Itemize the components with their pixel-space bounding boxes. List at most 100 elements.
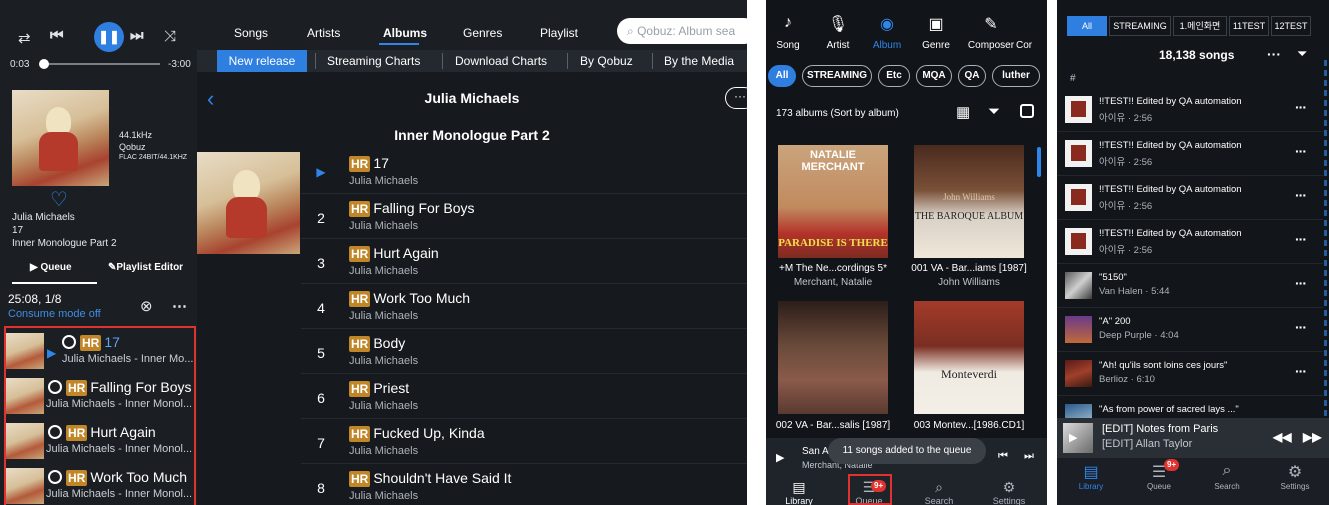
track-row[interactable]: 5 HR Body Julia Michaels xyxy=(301,329,747,374)
shuffle-icon[interactable]: ⤨ xyxy=(164,28,176,45)
fast-forward-icon[interactable]: ▶▶ xyxy=(1303,430,1321,444)
queue-tab[interactable]: ▶ Queue xyxy=(30,262,72,273)
album-caption: 001 VA - Bar...iams [1987] xyxy=(911,263,1027,274)
seek-bar[interactable] xyxy=(40,63,160,65)
previous-icon[interactable]: ⏮ xyxy=(998,450,1008,463)
track-row[interactable]: 4 HR Work Too Much Julia Michaels xyxy=(301,284,747,329)
tab-song[interactable]: ♪ Song xyxy=(766,14,813,51)
rewind-icon[interactable]: ◀◀ xyxy=(1273,430,1291,444)
chip-all[interactable]: All xyxy=(768,65,796,87)
tab-playlist[interactable]: Playlist xyxy=(540,26,578,40)
tab-11test[interactable]: 11TEST xyxy=(1229,16,1269,36)
more-icon[interactable]: ⋯ xyxy=(172,297,187,315)
select-icon[interactable] xyxy=(1020,104,1034,118)
filter-icon[interactable]: ⏷ xyxy=(988,103,1000,120)
tab-album[interactable]: ◉ Album xyxy=(862,14,912,51)
track-row[interactable]: ▶ HR 17 Julia Michaels xyxy=(301,149,747,194)
chip-etc[interactable]: Etc xyxy=(878,65,910,87)
playlist-editor-tab[interactable]: ✎Playlist Editor xyxy=(108,262,183,273)
nav-library[interactable]: ▤ Library xyxy=(769,479,829,505)
nav-library[interactable]: ▤ Library xyxy=(1061,462,1121,491)
more-icon[interactable]: ··· xyxy=(1295,143,1307,159)
filter-icon[interactable]: ⏷ xyxy=(1297,46,1307,62)
index-scrollbar[interactable] xyxy=(1324,60,1327,420)
tab-artist[interactable]: 🎙 Artist xyxy=(813,14,863,51)
tablet-app: ⇄ ⏮ ❚❚ ⏭ ⤨ 0:03 -3:00 44.1kHz Qobuz FLAC… xyxy=(0,0,747,505)
chip-luther[interactable]: luther xyxy=(992,65,1040,87)
album-cover[interactable]: Monteverdi xyxy=(914,301,1024,414)
song-row[interactable]: !!TEST!! Edited by QA automation 아이유 · 2… xyxy=(1057,132,1323,176)
song-art xyxy=(1065,228,1092,255)
search-input[interactable]: ⌕ Qobuz: Album sea xyxy=(617,18,747,44)
more-icon[interactable]: ··· xyxy=(1267,46,1281,62)
chip-mqa[interactable]: MQA xyxy=(916,65,952,87)
song-row[interactable]: "A" 200 Deep Purple · 4:04 ··· xyxy=(1057,308,1323,352)
tab-overflow[interactable]: Cor xyxy=(1016,14,1047,51)
track-row[interactable]: 3 HR Hurt Again Julia Michaels xyxy=(301,239,747,284)
tab-genres[interactable]: Genres xyxy=(463,26,502,40)
album-cover[interactable] xyxy=(778,301,888,414)
tab-albums[interactable]: Albums xyxy=(383,26,427,40)
queue-item[interactable]: ▶ HR 17 Julia Michaels - Inner Mo... xyxy=(6,328,194,373)
play-icon[interactable]: ▶ xyxy=(1069,431,1077,444)
more-icon[interactable]: ··· xyxy=(1295,319,1307,335)
nav-settings[interactable]: ⚙ Settings xyxy=(1265,462,1325,491)
subtab-download-charts[interactable]: Download Charts xyxy=(455,50,547,72)
next-icon[interactable]: ⏭ xyxy=(1024,450,1034,463)
mini-player[interactable]: ▶ [EDIT] Notes from Paris [EDIT] Allan T… xyxy=(1057,418,1329,458)
nav-settings[interactable]: ⚙ Settings xyxy=(979,479,1039,505)
subtab-by-qobuz[interactable]: By Qobuz xyxy=(580,50,633,72)
track-row[interactable]: 8 HR Shouldn't Have Said It Julia Michael… xyxy=(301,464,747,505)
next-icon[interactable]: ⏭ xyxy=(130,27,144,44)
album-cover[interactable]: John Williams THE BAROQUE ALBUM xyxy=(914,145,1024,258)
song-row[interactable]: "5150" Van Halen · 5:44 ··· xyxy=(1057,264,1323,308)
repeat-icon[interactable]: ⇄ xyxy=(18,29,31,47)
scrollbar[interactable] xyxy=(1037,147,1041,177)
song-row[interactable]: !!TEST!! Edited by QA automation 아이유 · 2… xyxy=(1057,220,1323,264)
subtab-new-release[interactable]: New release xyxy=(217,50,307,72)
album-detail: ‹ Julia Michaels ··· Inner Monologue Par… xyxy=(197,72,747,505)
hr-badge: HR xyxy=(66,470,88,486)
chip-qa[interactable]: QA xyxy=(958,65,986,87)
more-icon[interactable]: ··· xyxy=(1295,363,1307,379)
tab-12test[interactable]: 12TEST xyxy=(1271,16,1311,36)
queue-item[interactable]: HR Hurt Again Julia Michaels - Inner Mono… xyxy=(6,418,194,463)
more-icon[interactable]: ··· xyxy=(1295,187,1307,203)
track-row[interactable]: 2 HR Falling For Boys Julia Michaels xyxy=(301,194,747,239)
tab-genre[interactable]: ▣ Genre xyxy=(911,14,961,51)
consume-mode[interactable]: Consume mode off xyxy=(8,308,101,320)
song-row[interactable]: "Ah! qu'ils sont loins ces jours" Berlio… xyxy=(1057,352,1323,396)
tab-songs[interactable]: Songs xyxy=(234,26,268,40)
queue-item[interactable]: HR Falling For Boys Julia Michaels - Inne… xyxy=(6,373,194,418)
song-row[interactable]: !!TEST!! Edited by QA automation 아이유 · 2… xyxy=(1057,88,1323,132)
album-cover[interactable]: NATALIE MERCHANT PARADISE IS THERE xyxy=(778,145,888,258)
track-row[interactable]: 6 HR Priest Julia Michaels xyxy=(301,374,747,419)
queue-item[interactable]: HR Work Too Much Julia Michaels - Inner M… xyxy=(6,463,194,505)
nav-search[interactable]: ⌕ Search xyxy=(1197,462,1257,491)
more-icon[interactable]: ··· xyxy=(1295,99,1307,115)
nav-queue[interactable]: ☰ Queue xyxy=(1129,462,1189,491)
phone-songs-screen: All STREAMING 1.메인화면 11TEST 12TEST 18,13… xyxy=(1057,0,1329,505)
previous-icon[interactable]: ⏮ xyxy=(50,27,64,44)
subtab-streaming-charts[interactable]: Streaming Charts xyxy=(327,50,420,72)
tab-composer[interactable]: ✎ Composer xyxy=(966,14,1016,51)
tab-main[interactable]: 1.메인화면 xyxy=(1173,16,1227,36)
more-options-button[interactable]: ··· xyxy=(725,87,747,109)
tab-all[interactable]: All xyxy=(1067,16,1107,36)
playing-icon: ▶ xyxy=(47,346,57,360)
song-row[interactable]: !!TEST!! Edited by QA automation 아이유 · 2… xyxy=(1057,176,1323,220)
pause-button[interactable]: ❚❚ xyxy=(94,22,124,52)
subtab-by-the-media[interactable]: By the Media xyxy=(664,50,734,72)
grid-view-icon[interactable]: ▦ xyxy=(956,103,970,121)
nav-search[interactable]: ⌕ Search xyxy=(909,479,969,505)
heart-icon[interactable]: ♡ xyxy=(50,187,68,212)
play-icon[interactable]: ▶ xyxy=(776,451,784,464)
seek-handle[interactable] xyxy=(39,59,49,69)
track-row[interactable]: 7 HR Fucked Up, Kinda Julia Michaels xyxy=(301,419,747,464)
tab-artists[interactable]: Artists xyxy=(307,26,340,40)
more-icon[interactable]: ··· xyxy=(1295,231,1307,247)
more-icon[interactable]: ··· xyxy=(1295,275,1307,291)
tab-streaming[interactable]: STREAMING xyxy=(1109,16,1171,36)
chip-streaming[interactable]: STREAMING xyxy=(802,65,872,87)
clear-queue-icon[interactable]: ⊗ xyxy=(140,297,153,315)
